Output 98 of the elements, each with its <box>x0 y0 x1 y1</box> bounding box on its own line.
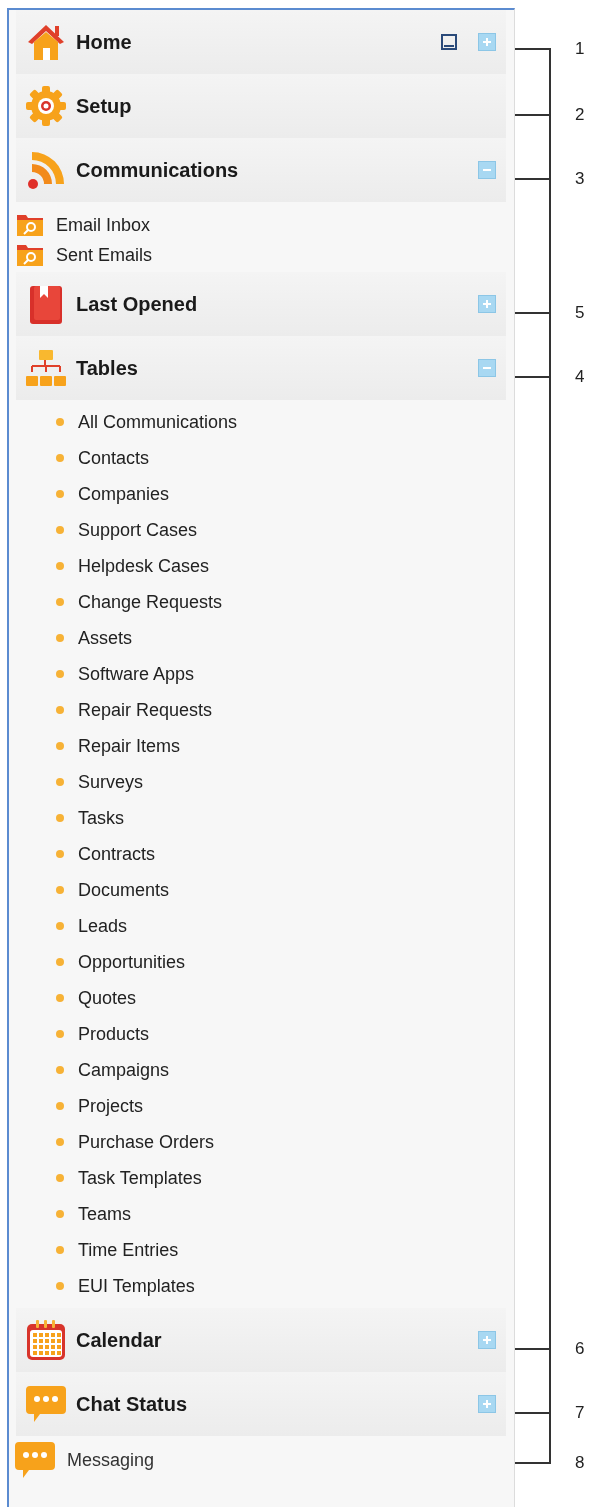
bullet-dot <box>56 454 64 462</box>
table-link[interactable]: Products <box>78 1023 150 1045</box>
folder-link[interactable]: Email Inbox <box>16 210 151 240</box>
bullet-dot <box>56 562 64 570</box>
collapse-button[interactable] <box>478 161 496 179</box>
table-link[interactable]: All Communications <box>78 411 238 433</box>
table-link[interactable]: Leads <box>78 915 128 937</box>
leader-line <box>515 1462 549 1464</box>
bullet-dot <box>56 994 64 1002</box>
bullet-dot <box>56 598 64 606</box>
expand-button[interactable] <box>478 33 496 51</box>
window-button[interactable] <box>440 33 458 51</box>
table-link[interactable]: Teams <box>78 1203 131 1225</box>
table-link[interactable]: Repair Items <box>78 735 181 757</box>
folder-search-icon <box>16 213 44 237</box>
section-header[interactable]: Chat Status <box>16 1372 506 1436</box>
bullet-dot <box>56 958 64 966</box>
bullet-dot <box>56 778 64 786</box>
leader-line <box>515 48 549 50</box>
table-link[interactable]: Helpdesk Cases <box>78 555 210 577</box>
table-link[interactable]: Quotes <box>78 987 137 1009</box>
plus-icon <box>481 298 493 310</box>
callout-number: 1 <box>575 39 585 59</box>
table-link[interactable]: EUI Templates <box>78 1275 195 1297</box>
section-title: Setup <box>76 94 133 118</box>
bullet-dot <box>56 418 64 426</box>
bullet-dot <box>56 850 64 858</box>
leader-line <box>515 1348 549 1350</box>
bullet-dot <box>56 1066 64 1074</box>
table-link[interactable]: Software Apps <box>78 663 195 685</box>
callout-number: 5 <box>575 303 585 323</box>
callout-number: 3 <box>575 169 585 189</box>
bullet-dot <box>56 1282 64 1290</box>
bullet-dot <box>56 1102 64 1110</box>
bullet-dot <box>56 742 64 750</box>
table-link[interactable]: Tasks <box>78 807 124 829</box>
callout-number: 6 <box>575 1339 585 1359</box>
plus-icon <box>481 1334 493 1346</box>
bullet-dot <box>56 670 64 678</box>
bullet-dot <box>56 1210 64 1218</box>
table-link[interactable]: Companies <box>78 483 170 505</box>
section-title: Communications <box>76 158 240 182</box>
expand-button[interactable] <box>478 1395 496 1413</box>
bullet-dot <box>56 1138 64 1146</box>
table-link[interactable]: Opportunities <box>78 951 186 973</box>
section-header[interactable]: Home <box>16 10 506 74</box>
folder-link[interactable]: Sent Emails <box>16 240 153 270</box>
bullet-dot <box>56 634 64 642</box>
bullet-dot <box>56 526 64 534</box>
section-header[interactable]: Calendar <box>16 1308 506 1372</box>
section-title: Calendar <box>76 1328 163 1352</box>
leader-line <box>515 178 549 180</box>
calendar-icon <box>24 1318 68 1362</box>
table-link[interactable]: Projects <box>78 1095 144 1117</box>
section-title: Chat Status <box>76 1392 189 1416</box>
callout-number: 8 <box>575 1453 585 1473</box>
table-link[interactable]: Change Requests <box>78 591 223 613</box>
bullet-dot <box>56 814 64 822</box>
section-header[interactable]: Last Opened <box>16 272 506 336</box>
table-link[interactable]: Task Templates <box>78 1167 202 1189</box>
table-link[interactable]: Time Entries <box>78 1239 179 1261</box>
leader-line <box>515 312 549 314</box>
expand-button[interactable] <box>478 1331 496 1349</box>
table-link[interactable]: Campaigns <box>78 1059 170 1081</box>
plus-icon <box>481 36 493 48</box>
section-header[interactable]: Tables <box>16 336 506 400</box>
section-header[interactable]: Communications <box>16 138 506 202</box>
table-link[interactable]: Support Cases <box>78 519 198 541</box>
table-link[interactable]: Contracts <box>78 843 156 865</box>
table-link[interactable]: Assets <box>78 627 133 649</box>
leader-line <box>515 114 549 116</box>
gear-icon <box>24 84 68 128</box>
collapse-button[interactable] <box>478 359 496 377</box>
bullet-dot <box>56 1030 64 1038</box>
section-header[interactable]: Setup <box>16 74 506 138</box>
expand-button[interactable] <box>478 295 496 313</box>
bullet-dot <box>56 886 64 894</box>
leader-line <box>515 376 549 378</box>
callout-number: 2 <box>575 105 585 125</box>
window-icon <box>441 34 457 50</box>
callout-number: 7 <box>575 1403 585 1423</box>
bullet-dot <box>56 1246 64 1254</box>
callout-number: 4 <box>575 367 585 387</box>
leader-line <box>515 1412 549 1414</box>
table-link[interactable]: Repair Requests <box>78 699 213 721</box>
folder-search-icon <box>16 243 44 267</box>
bullet-dot <box>56 1174 64 1182</box>
table-link[interactable]: Documents <box>78 879 170 901</box>
bullet-dot <box>56 490 64 498</box>
section-title: Tables <box>76 356 139 380</box>
table-link[interactable]: Contacts <box>78 447 150 469</box>
section-title: Home <box>76 30 133 54</box>
bullet-dot <box>56 922 64 930</box>
table-link[interactable]: Surveys <box>78 771 144 793</box>
plus-icon <box>481 1398 493 1410</box>
table-link[interactable]: Purchase Orders <box>78 1131 215 1153</box>
section-title: Last Opened <box>76 292 199 316</box>
bullet-dot <box>56 706 64 714</box>
